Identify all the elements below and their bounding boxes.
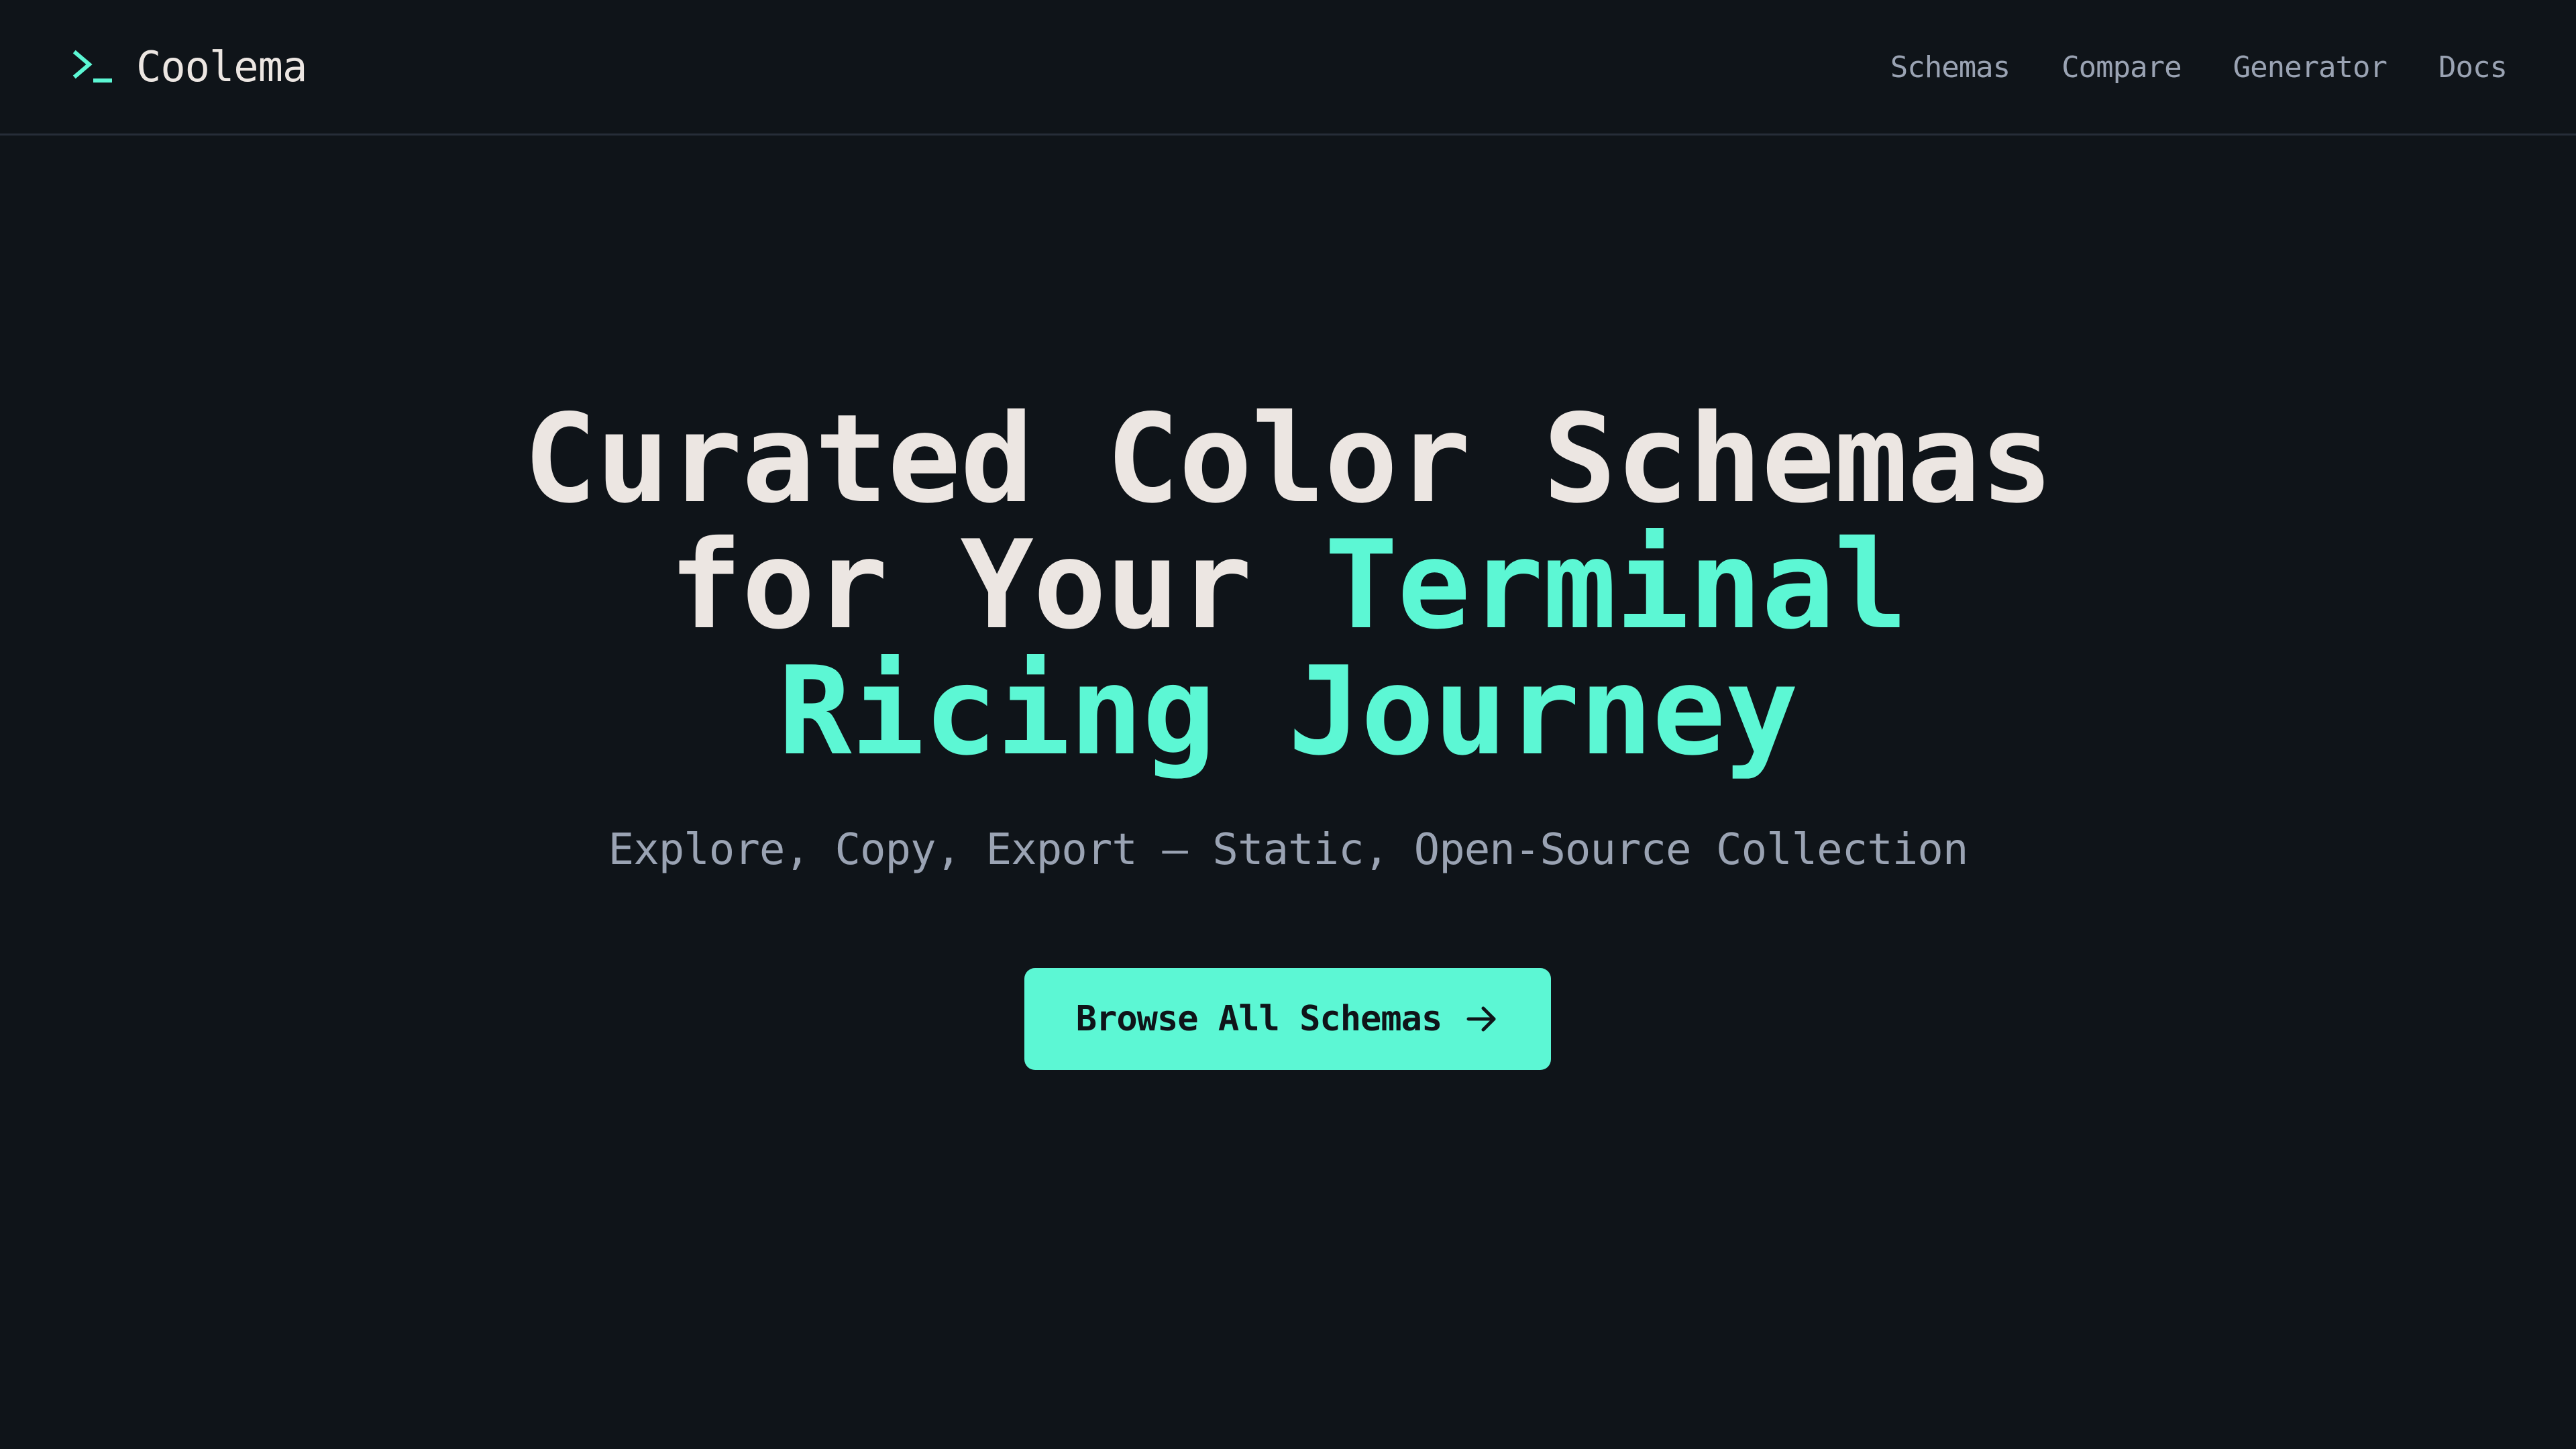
nav-link-generator[interactable]: Generator <box>2233 44 2387 91</box>
headline-accent-terminal: Terminal <box>1324 514 1908 656</box>
nav-link-schemas[interactable]: Schemas <box>1890 44 2010 91</box>
page: Coolema Schemas Compare Generator Docs C… <box>0 0 2576 1449</box>
top-navigation-bar: Coolema Schemas Compare Generator Docs <box>0 0 2576 136</box>
cta-label: Browse All Schemas <box>1075 999 1443 1039</box>
headline-line-3: Ricing Journey <box>777 640 1799 782</box>
hero-section: Curated Color Schemas for Your Terminal … <box>0 396 2576 880</box>
headline-line-2: for Your Terminal <box>0 522 2576 648</box>
hero-headline: Curated Color Schemas for Your Terminal … <box>0 396 2576 774</box>
nav-link-compare[interactable]: Compare <box>2061 44 2182 91</box>
brand-name: Coolema <box>136 42 307 91</box>
brand-logo-link[interactable]: Coolema <box>72 40 307 94</box>
hero-subtitle: Explore, Copy, Export – Static, Open-Sou… <box>608 825 1969 875</box>
main-nav: Schemas Compare Generator Docs <box>1890 44 2508 91</box>
terminal-prompt-icon <box>72 50 112 83</box>
arrow-right-icon <box>1466 1006 1496 1032</box>
headline-line-2-plain: for Your <box>669 514 1325 656</box>
headline-line-1: Curated Color Schemas <box>523 388 2053 530</box>
nav-link-docs[interactable]: Docs <box>2438 44 2508 91</box>
browse-all-schemas-button[interactable]: Browse All Schemas <box>1024 968 1551 1070</box>
